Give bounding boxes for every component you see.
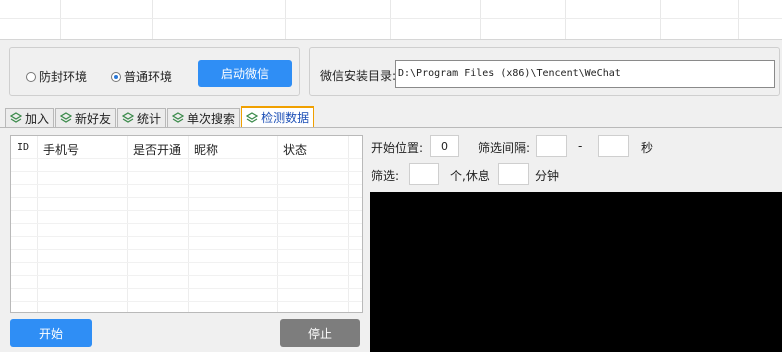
install-path-label: 微信安装目录: bbox=[320, 69, 397, 83]
interval-min-input[interactable] bbox=[536, 135, 567, 157]
start-button[interactable]: 开始 bbox=[10, 319, 92, 347]
grid-line bbox=[285, 0, 286, 39]
rest-unit-minutes: 分钟 bbox=[535, 169, 560, 183]
column-divider bbox=[348, 136, 349, 312]
column-header-nickname[interactable]: 昵称 bbox=[194, 141, 218, 158]
stop-button[interactable]: 停止 bbox=[280, 319, 360, 347]
tab-statistics[interactable]: 统计 bbox=[117, 108, 167, 127]
tab-new-friends[interactable]: 新好友 bbox=[55, 108, 117, 127]
tab-label: 检测数据 bbox=[261, 111, 310, 125]
row-line bbox=[11, 210, 362, 211]
grid-line bbox=[660, 0, 661, 39]
tab-panel-divider bbox=[0, 127, 782, 128]
tab-join[interactable]: 加入 bbox=[5, 108, 55, 127]
row-line bbox=[11, 262, 362, 263]
start-wechat-button[interactable]: 启动微信 bbox=[198, 60, 292, 87]
row-line bbox=[11, 184, 362, 185]
column-divider bbox=[188, 136, 189, 312]
layers-icon bbox=[172, 112, 185, 123]
column-divider bbox=[37, 136, 38, 312]
install-path-group: 微信安装目录: D:\Program Files (x86)\Tencent\W… bbox=[309, 47, 780, 96]
grid-line bbox=[152, 0, 153, 39]
row-line bbox=[11, 197, 362, 198]
radio-dot[interactable] bbox=[26, 71, 36, 82]
column-header-phone[interactable]: 手机号 bbox=[43, 141, 79, 158]
environment-group: 防封环境 普通环境 启动微信 bbox=[9, 47, 300, 96]
layers-icon bbox=[10, 112, 22, 123]
result-table[interactable]: ID 手机号 是否开通 昵称 状态 bbox=[10, 135, 363, 313]
tab-label: 单次搜索 bbox=[187, 111, 236, 126]
tab-label: 统计 bbox=[137, 111, 162, 126]
radio-dot-selected[interactable] bbox=[111, 71, 121, 82]
grid-line bbox=[738, 0, 739, 39]
radio-safe-label: 防封环境 bbox=[39, 70, 88, 84]
top-grid-table bbox=[0, 0, 782, 40]
layers-icon bbox=[246, 111, 259, 123]
grid-line bbox=[60, 0, 61, 39]
filter-interval-label: 筛选间隔: bbox=[478, 141, 531, 155]
grid-line bbox=[0, 18, 782, 19]
tab-label: 新好友 bbox=[75, 111, 112, 126]
start-position-input[interactable]: 0 bbox=[430, 135, 459, 157]
log-console[interactable] bbox=[370, 192, 782, 352]
row-line bbox=[11, 249, 362, 250]
start-position-label: 开始位置: bbox=[371, 141, 424, 155]
filter-count-input[interactable] bbox=[409, 163, 439, 185]
radio-safe-env[interactable]: 防封环境 bbox=[26, 68, 87, 85]
column-header-id[interactable]: ID bbox=[17, 142, 29, 153]
radio-normal-env[interactable]: 普通环境 bbox=[111, 68, 172, 85]
tab-label: 加入 bbox=[25, 111, 50, 126]
column-header-enabled[interactable]: 是否开通 bbox=[133, 141, 181, 158]
grid-line bbox=[390, 0, 391, 39]
row-line bbox=[11, 301, 362, 302]
grid-line bbox=[565, 0, 566, 39]
column-divider bbox=[277, 136, 278, 312]
tab-detect-data[interactable]: 检测数据 bbox=[241, 106, 315, 127]
layers-icon bbox=[122, 112, 135, 123]
layers-icon bbox=[60, 112, 73, 123]
interval-max-input[interactable] bbox=[598, 135, 629, 157]
grid-line bbox=[480, 0, 481, 39]
filter-count-label: 筛选: bbox=[371, 169, 400, 183]
column-divider bbox=[127, 136, 128, 312]
row-line bbox=[11, 236, 362, 237]
rest-minutes-input[interactable] bbox=[498, 163, 529, 185]
interval-unit-seconds: 秒 bbox=[641, 141, 654, 155]
row-line bbox=[11, 223, 362, 224]
tab-single-search[interactable]: 单次搜索 bbox=[167, 108, 241, 127]
tab-bar: 加入 新好友 统计 单次搜索 检测数据 bbox=[5, 106, 315, 127]
row-line bbox=[11, 288, 362, 289]
radio-normal-label: 普通环境 bbox=[124, 70, 173, 84]
row-line bbox=[11, 158, 362, 159]
interval-separator: - bbox=[578, 139, 583, 153]
row-line bbox=[11, 171, 362, 172]
row-line bbox=[11, 275, 362, 276]
install-path-input[interactable]: D:\Program Files (x86)\Tencent\WeChat bbox=[395, 60, 775, 88]
table-header: ID 手机号 是否开通 昵称 状态 bbox=[11, 136, 362, 158]
column-header-status[interactable]: 状态 bbox=[283, 141, 307, 158]
filter-count-unit: 个,休息 bbox=[450, 169, 490, 183]
